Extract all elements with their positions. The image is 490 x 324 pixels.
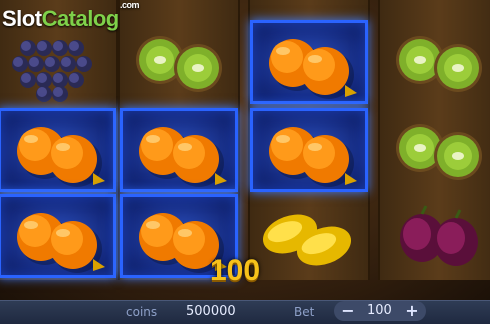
logo-suffix: Catalog — [41, 6, 120, 31]
bet-decrease-button[interactable]: − — [340, 303, 356, 319]
reel-2 — [118, 0, 240, 280]
lemon-symbol — [250, 194, 368, 278]
kiwi-symbol — [120, 20, 238, 104]
orange-icon — [269, 39, 357, 99]
kiwi-icon — [136, 36, 222, 92]
grapes-icon — [12, 40, 92, 102]
reel-1 — [0, 0, 118, 280]
coins-label: coins — [126, 305, 158, 319]
win-amount: 100 — [210, 254, 261, 287]
reel-3 — [248, 0, 370, 280]
kiwi-symbol — [380, 108, 490, 192]
orange-symbol — [120, 108, 238, 192]
orange-symbol — [250, 108, 368, 192]
bet-label: Bet — [294, 305, 315, 319]
orange-symbol — [0, 194, 116, 278]
bet-value: 100 — [367, 303, 392, 318]
grapes-symbol — [0, 20, 116, 104]
plum-symbol — [380, 194, 490, 278]
orange-icon — [17, 213, 105, 273]
orange-icon — [139, 127, 227, 187]
reel-4 — [378, 0, 490, 280]
kiwi-icon — [396, 124, 482, 180]
game-stage: SlotCatalog .com 100 — [0, 0, 490, 300]
kiwi-icon — [396, 36, 482, 92]
logo-prefix: Slot — [2, 6, 42, 31]
bet-increase-button[interactable]: + — [404, 303, 420, 319]
logo-tld: .com — [120, 0, 140, 10]
slotcatalog-logo: SlotCatalog .com — [2, 0, 140, 32]
coins-value: 500000 — [186, 304, 236, 319]
orange-icon — [17, 127, 105, 187]
orange-symbol — [0, 108, 116, 192]
lemon-icon — [262, 214, 352, 266]
kiwi-symbol — [380, 20, 490, 104]
plum-icon — [400, 205, 478, 266]
orange-icon — [269, 127, 357, 187]
bet-control: − 100 + — [334, 301, 426, 321]
orange-symbol — [250, 20, 368, 104]
